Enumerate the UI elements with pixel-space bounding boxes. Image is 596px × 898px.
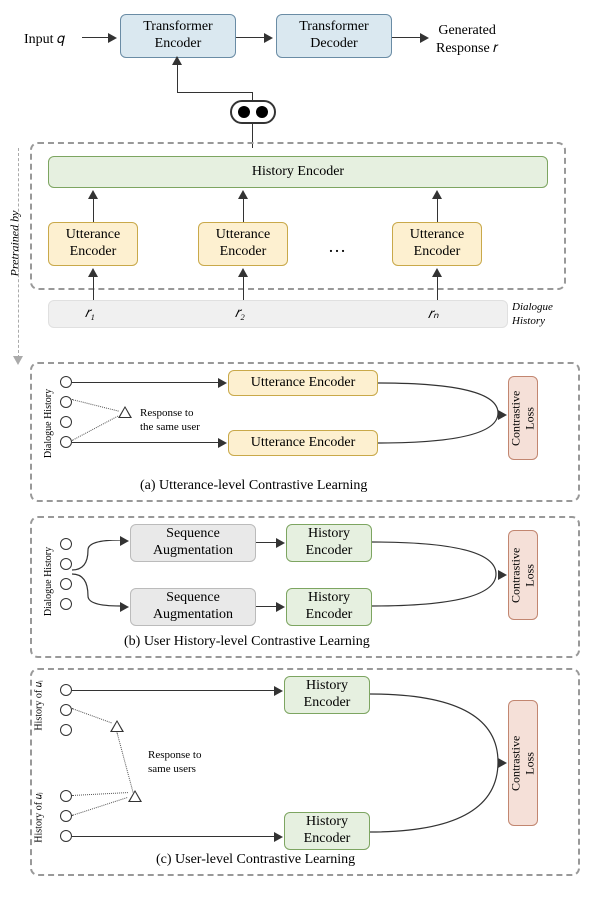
dashed-connector [18, 148, 19, 358]
dialogue-history-bar [48, 300, 508, 328]
connector-line [437, 276, 438, 300]
transformer-encoder-box: Transformer Encoder [120, 14, 236, 58]
curve-connector [372, 524, 506, 626]
connector-line [177, 92, 253, 93]
arrow-icon [218, 438, 227, 448]
output-label: Generated Response 𝑟 [436, 22, 498, 58]
node-icon [60, 416, 72, 428]
history-encoder-c: History Encoder [284, 676, 370, 714]
node-icon [60, 830, 72, 842]
panel-c-vlabel-ui: History of 𝑢ᵢ [34, 680, 45, 730]
connector-line [72, 690, 278, 691]
node-icon [60, 598, 72, 610]
triangle-icon [118, 406, 132, 418]
ellipsis-label: … [328, 236, 346, 257]
arrow-icon [498, 570, 507, 580]
arrow-icon [172, 56, 182, 65]
contrastive-loss-a: Contrastive Loss [508, 376, 538, 460]
node-icon [60, 810, 72, 822]
r2-label: 𝑟₂ [235, 306, 245, 322]
utterance-encoder-box: Utterance Encoder [198, 222, 288, 266]
arrow-icon [274, 686, 283, 696]
arrow-icon [276, 538, 285, 548]
utterance-encoder-a: Utterance Encoder [228, 430, 378, 456]
history-encoder-box: History Encoder [48, 156, 548, 188]
history-encoder-c: History Encoder [284, 812, 370, 850]
representation-icon [230, 100, 276, 124]
triangle-icon [110, 720, 124, 732]
connector-line [437, 198, 438, 222]
node-icon [60, 436, 72, 448]
curve-connector [370, 676, 508, 850]
connector-line [243, 276, 244, 300]
connector-line [243, 198, 244, 222]
node-icon [60, 376, 72, 388]
node-icon [60, 790, 72, 802]
curve-connector [378, 370, 508, 460]
contrastive-loss-c: Contrastive Loss [508, 700, 538, 826]
arrow-icon [120, 536, 129, 546]
node-icon [60, 558, 72, 570]
panel-a-vlabel: Dialogue History [43, 389, 54, 458]
connector-line [93, 198, 94, 222]
panel-c-vlabel-uj: History of 𝑢ⱼ [34, 792, 45, 842]
node-icon [60, 684, 72, 696]
arrow-icon [432, 190, 442, 199]
connector-line [72, 442, 222, 443]
node-icon [60, 578, 72, 590]
history-encoder-b: History Encoder [286, 588, 372, 626]
arrow-icon [420, 33, 429, 43]
connector-line [72, 382, 222, 383]
panel-c-caption: (c) User-level Contrastive Learning [156, 852, 355, 868]
arrow-icon [218, 378, 227, 388]
arrow-icon [432, 268, 442, 277]
dialogue-history-label: Dialogue History [512, 300, 553, 329]
arrow-icon [88, 190, 98, 199]
seq-aug-box: Sequence Augmentation [130, 588, 256, 626]
r1-label: 𝑟₁ [85, 306, 95, 322]
node-icon [60, 704, 72, 716]
arrow-icon [88, 268, 98, 277]
contrastive-loss-b: Contrastive Loss [508, 530, 538, 620]
triangle-icon [128, 790, 142, 802]
utterance-encoder-box: Utterance Encoder [48, 222, 138, 266]
arrow-icon [498, 410, 507, 420]
connector-line [82, 37, 108, 38]
arrow-icon [238, 268, 248, 277]
arrow-icon [238, 190, 248, 199]
arrow-icon [108, 33, 117, 43]
panel-a-response-label: Response to the same user [140, 406, 200, 435]
transformer-decoder-box: Transformer Decoder [276, 14, 392, 58]
arrow-icon [498, 758, 507, 768]
fork-connector [72, 540, 130, 610]
panel-b-vlabel: Dialogue History [43, 547, 54, 616]
connector-line [72, 836, 278, 837]
node-icon [60, 724, 72, 736]
arrow-icon [13, 356, 23, 365]
utterance-encoder-a: Utterance Encoder [228, 370, 378, 396]
arrow-icon [274, 832, 283, 842]
utterance-encoder-box: Utterance Encoder [392, 222, 482, 266]
panel-a-caption: (a) Utterance-level Contrastive Learning [140, 478, 367, 494]
seq-aug-box: Sequence Augmentation [130, 524, 256, 562]
panel-c-response-label: Response to same users [148, 748, 201, 777]
arrow-icon [276, 602, 285, 612]
rn-label: 𝑟ₙ [428, 306, 439, 323]
node-icon [60, 538, 72, 550]
connector-line [93, 276, 94, 300]
history-encoder-b: History Encoder [286, 524, 372, 562]
node-icon [60, 396, 72, 408]
panel-b-caption: (b) User History-level Contrastive Learn… [124, 634, 370, 650]
arrow-icon [264, 33, 273, 43]
input-label: Input 𝑞 [24, 32, 65, 48]
arrow-icon [120, 602, 129, 612]
pretrained-by-label: Pretrained by [7, 211, 22, 277]
